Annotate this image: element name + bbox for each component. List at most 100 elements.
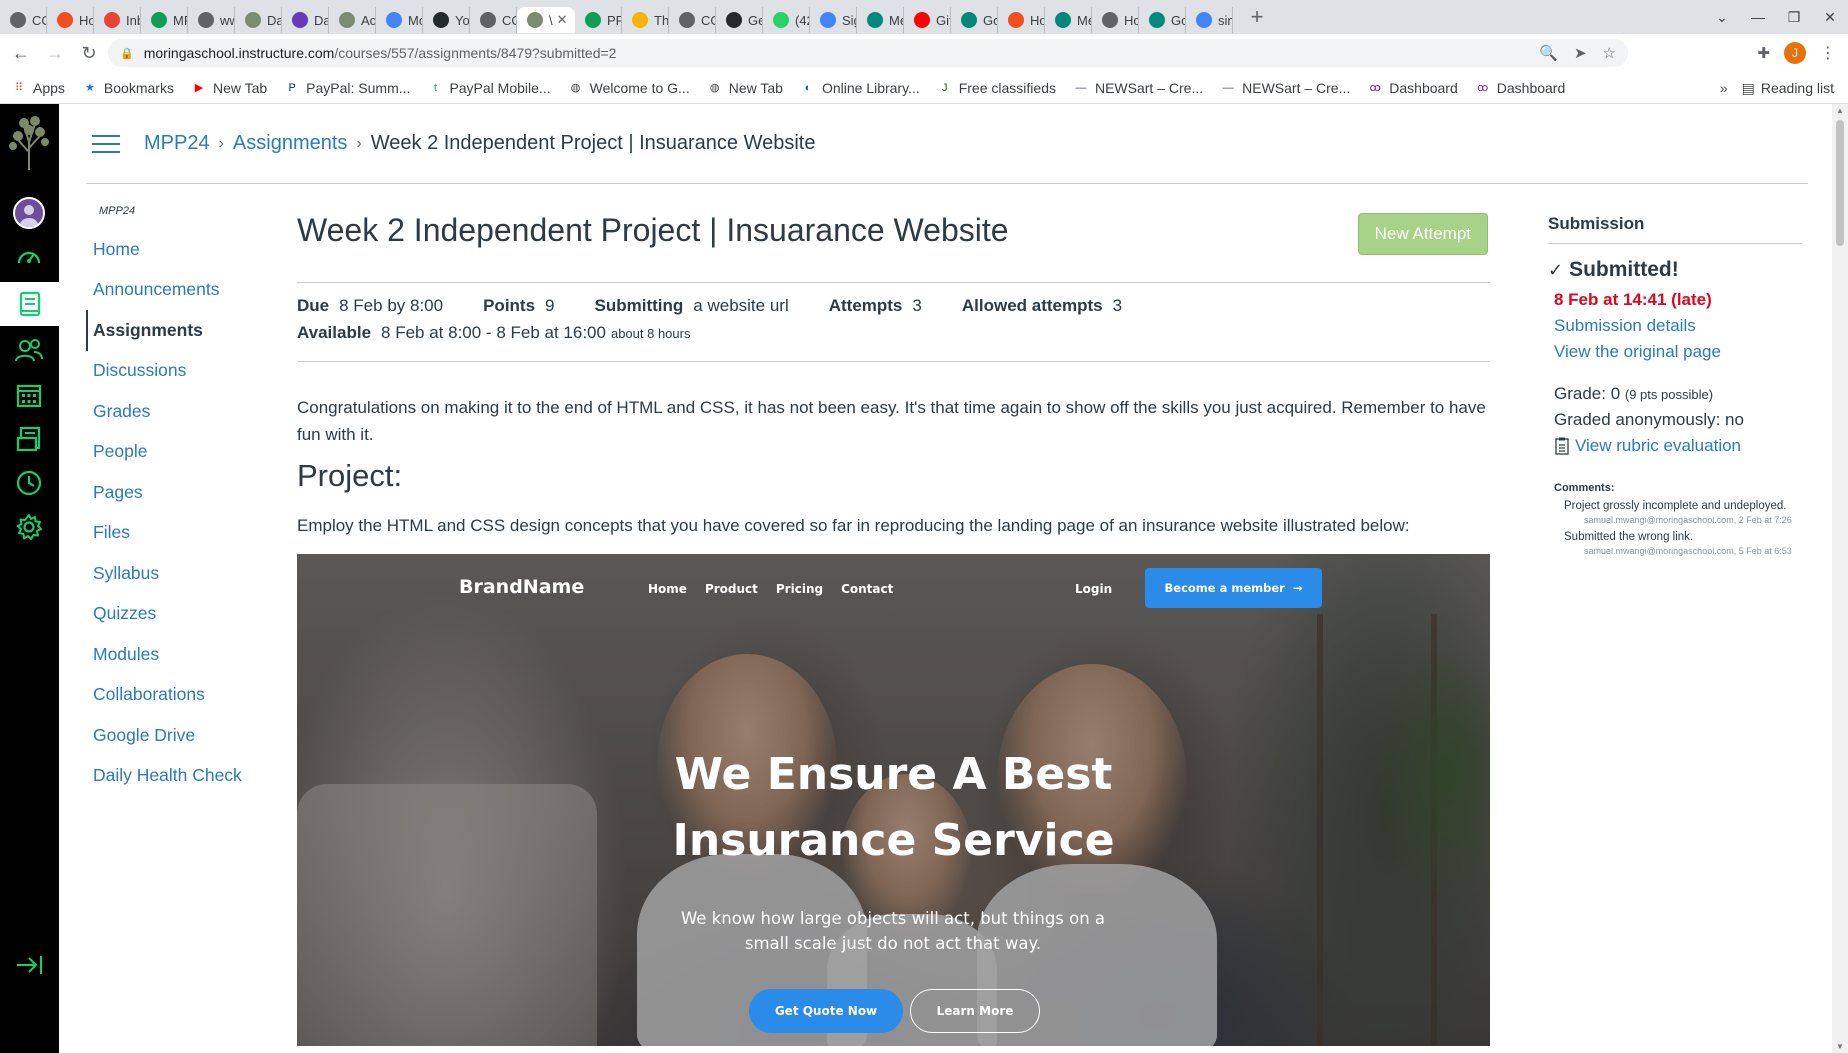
course-nav-item-daily-health-check[interactable]: Daily Health Check (86, 756, 286, 797)
browser-tab[interactable]: Ho (998, 7, 1045, 33)
reload-button[interactable]: ↻ (76, 43, 102, 64)
bookmark-star-icon[interactable]: ☆ (1603, 44, 1616, 62)
browser-tab[interactable]: (42 (763, 7, 810, 33)
browser-tab[interactable]: PRO (575, 7, 622, 33)
view-rubric-link[interactable]: View rubric evaluation (1554, 436, 1802, 456)
browser-tab[interactable]: ww (188, 7, 235, 33)
dashboard-nav[interactable] (10, 238, 48, 276)
arrow-right-icon: → (1292, 581, 1303, 595)
address-bar[interactable]: 🔒 moringaschool.instructure.com/courses/… (108, 39, 1628, 67)
course-nav-item-discussions[interactable]: Discussions (86, 351, 286, 392)
hamburger-menu-icon[interactable] (92, 134, 120, 154)
browser-tab-label: Goo (1171, 12, 1185, 28)
view-rubric-label[interactable]: View rubric evaluation (1575, 436, 1741, 456)
course-nav-item-files[interactable]: Files (86, 513, 286, 554)
course-nav-item-syllabus[interactable]: Syllabus (86, 553, 286, 594)
page-scrollbar[interactable]: ▲ ▼ (1832, 104, 1848, 1053)
more-bookmarks-icon[interactable]: » (1720, 80, 1728, 96)
browser-tab[interactable]: Git (904, 7, 951, 33)
zoom-icon[interactable]: 🔍 (1539, 44, 1558, 62)
course-nav-item-pages[interactable]: Pages (86, 472, 286, 513)
submission-details-link[interactable]: Submission details (1554, 316, 1802, 336)
lock-icon[interactable]: 🔒 (120, 47, 134, 60)
menu-kebab-icon[interactable]: ⋮ (1820, 43, 1836, 63)
forward-button[interactable]: → (42, 43, 68, 64)
breadcrumb-assignments-link[interactable]: Assignments (233, 132, 348, 155)
course-nav-item-modules[interactable]: Modules (86, 634, 286, 675)
jiji-icon: J (941, 81, 948, 94)
bookmark-item[interactable]: ꝏ Dashboard (1476, 80, 1565, 96)
browser-tab[interactable]: The (622, 7, 669, 33)
collapse-nav[interactable] (10, 946, 48, 984)
bookmark-item[interactable]: t PayPal Mobile... (428, 80, 551, 96)
course-nav-item-assignments[interactable]: Assignments (86, 310, 286, 351)
browser-tab[interactable]: Ho (1092, 7, 1139, 33)
bookmark-item[interactable]: — NEWSart – Cre... (1074, 80, 1203, 96)
close-window-button[interactable]: ✕ (1812, 9, 1848, 26)
browser-tab[interactable]: Ho (47, 7, 94, 33)
browser-tab[interactable]: \ ✕ (517, 7, 575, 33)
bookmark-item[interactable]: ◐ Online Library... (801, 80, 920, 96)
close-tab-icon[interactable]: ✕ (557, 12, 568, 28)
course-nav-item-quizzes[interactable]: Quizzes (86, 594, 286, 635)
reading-list-icon: ▤ (1741, 79, 1755, 96)
browser-tab[interactable]: CO (669, 7, 716, 33)
browser-tab[interactable]: Goo (1139, 7, 1186, 33)
bookmark-item[interactable]: P PayPal: Summ... (285, 80, 411, 96)
browser-tab[interactable]: Mo (376, 7, 423, 33)
scroll-up-arrow[interactable]: ▲ (1832, 106, 1848, 115)
bookmark-item[interactable]: ★ Bookmarks (83, 80, 174, 96)
bookmark-item[interactable]: ◍ Welcome to G... (569, 80, 690, 96)
profile-avatar[interactable]: J (1784, 42, 1806, 64)
new-attempt-button[interactable]: New Attempt (1357, 213, 1488, 255)
browser-tab[interactable]: Me (1045, 7, 1092, 33)
new-tab-button[interactable]: + (1245, 4, 1269, 30)
course-nav-item-home[interactable]: Home (86, 229, 286, 270)
calendar-nav[interactable] (10, 376, 48, 414)
scrollbar-thumb[interactable] (1836, 120, 1844, 246)
school-logo[interactable] (6, 112, 52, 172)
course-nav-item-google-drive[interactable]: Google Drive (86, 715, 286, 756)
browser-tab[interactable]: MP (141, 7, 188, 33)
browser-tab[interactable]: sim (1186, 7, 1233, 33)
bookmark-item[interactable]: J Free classifieds (938, 80, 1056, 96)
tab-search-icon[interactable]: ⌄ (1704, 9, 1740, 26)
back-button[interactable]: ← (8, 43, 34, 64)
breadcrumb-course-link[interactable]: MPP24 (144, 132, 210, 155)
bookmark-item[interactable]: — NEWSart – Cre... (1221, 80, 1351, 96)
minimize-button[interactable]: — (1740, 9, 1776, 25)
browser-tab[interactable]: Inb (94, 7, 141, 33)
groups-nav[interactable] (10, 332, 48, 370)
courses-nav[interactable] (0, 282, 59, 326)
bookmark-item[interactable]: ◍ New Tab (708, 80, 783, 96)
browser-tab[interactable]: Dai (235, 7, 282, 33)
course-nav-item-collaborations[interactable]: Collaborations (86, 675, 286, 716)
browser-tab[interactable]: Goo (951, 7, 998, 33)
extensions-icon[interactable]: ✚ (1757, 44, 1770, 62)
inbox-nav[interactable] (10, 420, 48, 458)
bookmark-item[interactable]: ▶ New Tab (192, 80, 267, 96)
history-nav[interactable] (10, 464, 48, 502)
browser-tab[interactable]: Ger (716, 7, 763, 33)
course-nav-item-announcements[interactable]: Announcements (86, 270, 286, 311)
browser-tab[interactable]: CO (470, 7, 517, 33)
browser-tab[interactable]: Dai (282, 7, 329, 33)
bookmark-item[interactable]: ꝏ Dashboard (1368, 80, 1458, 96)
course-nav-item-people[interactable]: People (86, 432, 286, 473)
view-original-page-link[interactable]: View the original page (1554, 342, 1802, 362)
send-icon[interactable]: ➤ (1574, 44, 1587, 62)
restore-button[interactable]: ❐ (1776, 9, 1812, 26)
scroll-down-arrow[interactable]: ▼ (1832, 1042, 1848, 1051)
browser-tab[interactable]: CO (0, 7, 47, 33)
browser-tab[interactable]: You (423, 7, 470, 33)
google-icon (820, 12, 836, 28)
browser-tab[interactable]: Sig (810, 7, 857, 33)
bookmark-item[interactable]: ⠿ Apps (12, 80, 65, 96)
browser-tab[interactable]: Acc (329, 7, 376, 33)
reading-list-button[interactable]: ▤ Reading list (1742, 80, 1834, 97)
browser-tab-label: Ho (1124, 12, 1139, 28)
course-nav-item-grades[interactable]: Grades (86, 391, 286, 432)
browser-tab[interactable]: Me (857, 7, 904, 33)
account-nav[interactable] (10, 194, 48, 232)
settings-nav[interactable] (10, 508, 48, 546)
